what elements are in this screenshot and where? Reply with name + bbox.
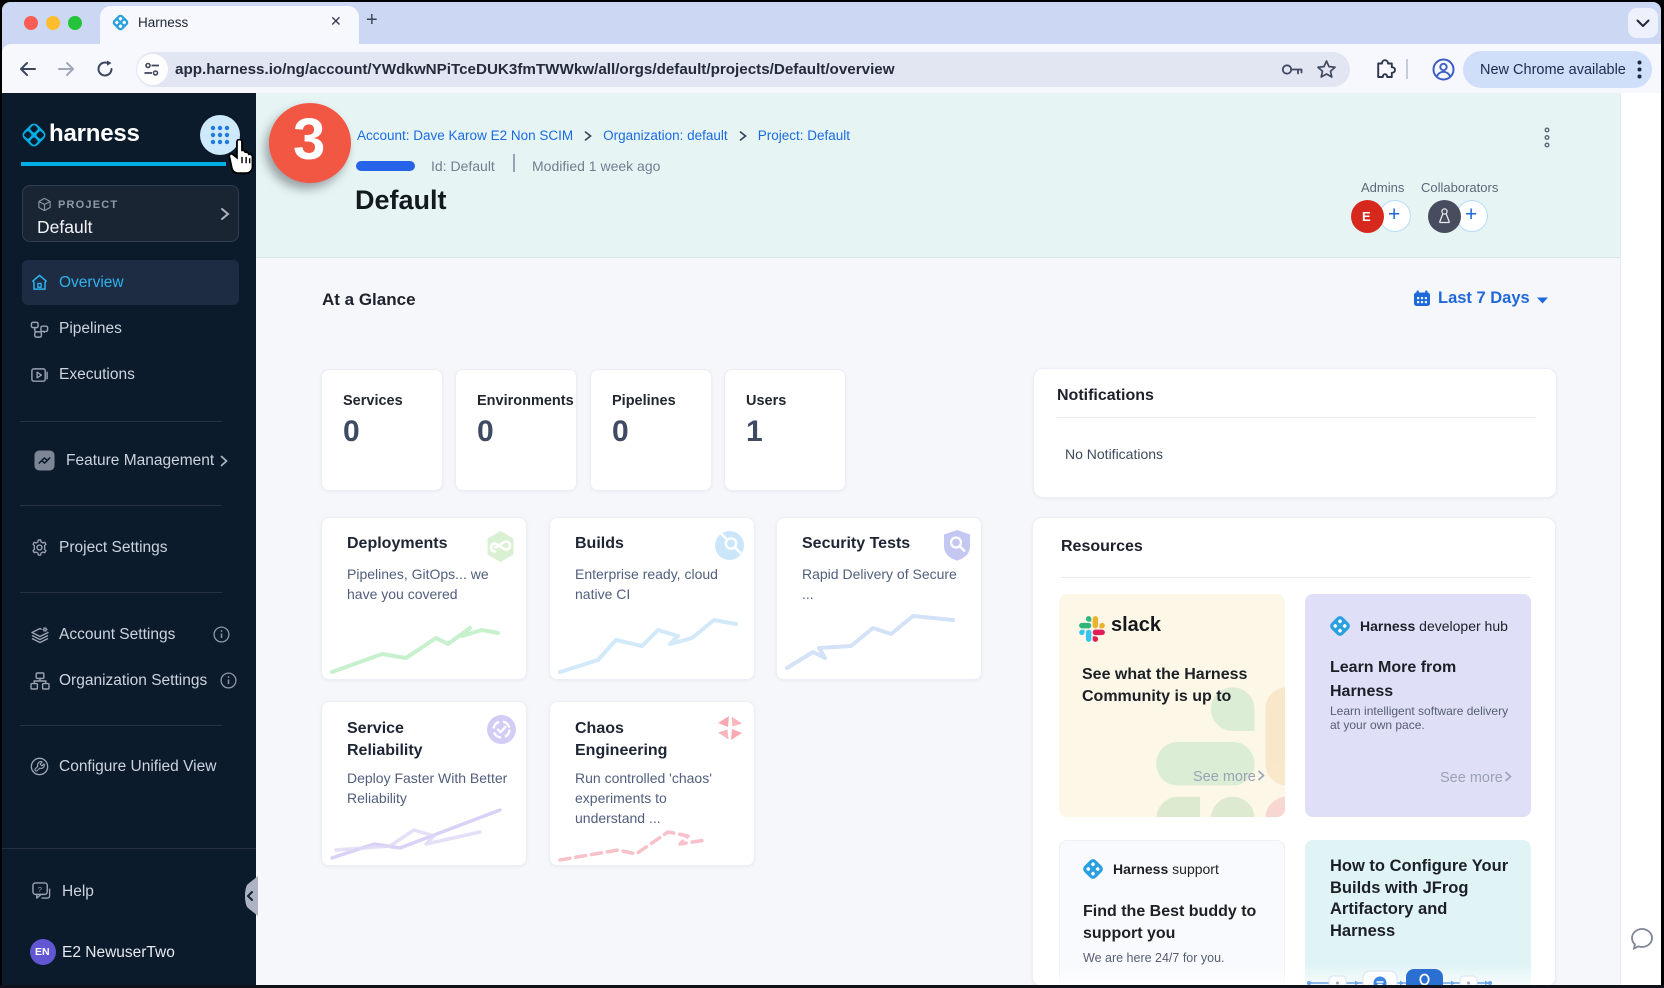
svg-text:?: ?: [38, 885, 42, 894]
